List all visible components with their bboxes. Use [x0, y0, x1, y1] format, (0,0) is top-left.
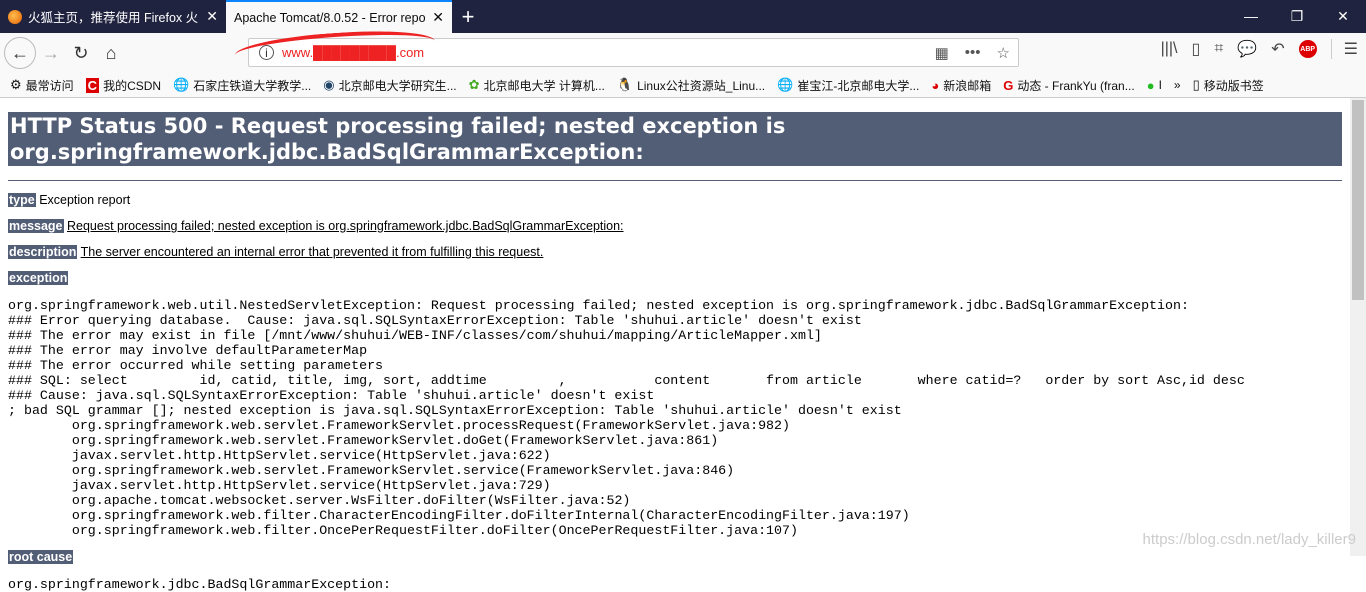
nav-bar: ← → ↻ ⌂ i www.█████████.com ▦ ••• ☆ |||\…	[0, 26, 1366, 73]
page-title: HTTP Status 500 - Request processing fai…	[8, 112, 1342, 166]
exception-label: exception	[8, 271, 69, 285]
root-cause-stacktrace: org.springframework.jdbc.BadSqlGrammarEx…	[8, 577, 392, 592]
globe-icon: 🌐	[777, 77, 794, 92]
bookmark-label: 动态 - FrankYu (fran...	[1017, 78, 1135, 93]
message-row: message Request processing failed; neste…	[8, 219, 1342, 234]
bookmark-label: 最常访问	[25, 78, 74, 93]
bookmark-label: 移动版书签	[1203, 78, 1264, 93]
description-value: The server encountered an internal error…	[80, 245, 544, 259]
minimize-icon[interactable]: —	[1228, 0, 1274, 33]
bupt-icon: ◉	[323, 77, 335, 92]
bookmark-label: 崔宝江-北京邮电大学...	[797, 78, 920, 93]
weibo-icon: ◕	[931, 77, 940, 93]
sidebar-icon[interactable]: ▯	[1192, 39, 1201, 59]
more-icon[interactable]: •••	[965, 44, 981, 62]
restore-icon[interactable]: ❐	[1274, 0, 1320, 33]
new-tab-button[interactable]: +	[452, 0, 484, 33]
leaf-icon: ✿	[468, 77, 480, 92]
undo-icon[interactable]: ↶	[1271, 39, 1284, 59]
exception-row: exception	[8, 271, 1342, 286]
chevron-more-icon[interactable]: »	[1174, 78, 1181, 92]
forward-button[interactable]: →	[36, 38, 66, 68]
chat-icon[interactable]: 💬	[1237, 39, 1257, 59]
close-tab-icon[interactable]: ✕	[206, 8, 218, 25]
bookmark-item[interactable]: 🐧 Linux公社资源站_Linu...	[617, 77, 765, 94]
close-window-icon[interactable]: ✕	[1320, 0, 1366, 33]
redaction-scribble	[234, 26, 436, 70]
menu-icon[interactable]: ☰	[1330, 39, 1358, 59]
root-cause-row: root cause	[8, 550, 1342, 565]
bookmark-item[interactable]: ◉ 北京邮电大学研究生...	[323, 77, 456, 94]
page-content: HTTP Status 500 - Request processing fai…	[0, 98, 1350, 592]
bookmark-item[interactable]: ◕ 新浪邮箱	[931, 77, 991, 94]
library-icon[interactable]: |||\	[1161, 40, 1178, 58]
tab-bar: 火狐主页，推荐使用 Firefox 火 ✕ Apache Tomcat/8.0.…	[0, 0, 1366, 33]
bookmark-label: 北京邮电大学研究生...	[338, 78, 457, 93]
tab-label: 火狐主页，推荐使用 Firefox 火	[28, 11, 199, 25]
g-icon: G	[1003, 77, 1014, 93]
back-button[interactable]: ←	[4, 37, 36, 69]
bookmark-item[interactable]: C 我的CSDN	[85, 77, 162, 94]
url-bar[interactable]: i www.█████████.com ▦ ••• ☆	[234, 26, 1019, 70]
scrollbar-thumb[interactable]	[1352, 100, 1364, 300]
type-value: Exception report	[39, 193, 131, 207]
bookmark-label: I	[1158, 78, 1162, 92]
type-row: type Exception report	[8, 193, 1342, 208]
message-value: Request processing failed; nested except…	[67, 219, 624, 233]
reload-button[interactable]: ↻	[66, 38, 96, 68]
bookmark-label: 北京邮电大学 计算机...	[483, 78, 605, 93]
description-row: description The server encountered an in…	[8, 245, 1342, 260]
tab-firefox-home[interactable]: 火狐主页，推荐使用 Firefox 火 ✕	[0, 0, 226, 33]
bookmark-item[interactable]: ⚙ 最常访问	[10, 77, 74, 94]
bookmark-label: 新浪邮箱	[943, 78, 992, 93]
scrollbar[interactable]	[1350, 98, 1366, 556]
wechat-icon: ●	[1146, 77, 1155, 93]
bookmark-label: 石家庄铁道大学教学...	[193, 78, 312, 93]
description-label: description	[8, 245, 78, 259]
exception-stacktrace: org.springframework.web.util.NestedServl…	[8, 298, 1245, 538]
bookmark-item[interactable]: ● I	[1147, 78, 1162, 93]
globe-icon: 🌐	[173, 77, 190, 92]
bookmark-label: Linux公社资源站_Linu...	[637, 78, 766, 93]
tux-icon: 🐧	[616, 77, 634, 92]
divider	[8, 180, 1342, 181]
tab-label: Apache Tomcat/8.0.52 - Error report	[234, 10, 427, 25]
bookmark-item[interactable]: 🌐 崔宝江-北京邮电大学...	[777, 77, 919, 94]
watermark: https://blog.csdn.net/lady_killer9	[1142, 531, 1356, 548]
bookmarks-toolbar: ⚙ 最常访问 C 我的CSDN 🌐 石家庄铁道大学教学... ◉ 北京邮电大学研究生..…	[0, 73, 1366, 98]
phone-icon: ▯	[1192, 77, 1200, 92]
home-button[interactable]: ⌂	[96, 38, 126, 68]
root-cause-label: root cause	[8, 550, 74, 564]
bookmark-item[interactable]: G 动态 - FrankYu (fran...	[1003, 77, 1135, 94]
adblock-icon[interactable]: ABP	[1298, 40, 1317, 58]
screenshot-crop-icon[interactable]: ⌗	[1214, 40, 1223, 58]
firefox-icon	[8, 9, 22, 24]
bookmark-label: 我的CSDN	[103, 78, 162, 93]
gear-icon: ⚙	[10, 77, 22, 92]
bookmark-item[interactable]: 🌐 石家庄铁道大学教学...	[173, 77, 311, 94]
close-tab-icon[interactable]: ✕	[432, 9, 444, 26]
message-label: message	[8, 219, 64, 233]
tab-tomcat-error[interactable]: Apache Tomcat/8.0.52 - Error report ✕	[226, 0, 452, 33]
type-label: type	[8, 193, 36, 207]
mobile-bookmarks[interactable]: ▯ 移动版书签	[1193, 77, 1264, 94]
bookmark-item[interactable]: ✿ 北京邮电大学 计算机...	[469, 77, 605, 94]
qr-code-icon[interactable]: ▦	[935, 44, 949, 62]
bookmark-star-icon[interactable]: ☆	[997, 44, 1010, 62]
csdn-icon: C	[85, 77, 100, 93]
